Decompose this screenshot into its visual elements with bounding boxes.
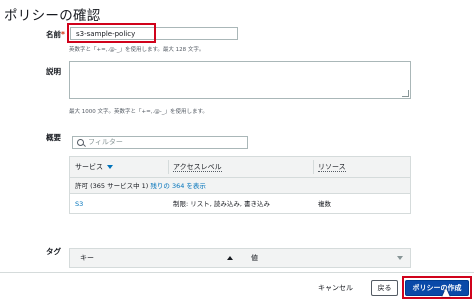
sort-caret-icon <box>107 165 113 169</box>
sort-caret-icon[interactable] <box>227 256 233 260</box>
column-resource-label: リソース <box>318 163 346 172</box>
resize-grip-icon[interactable] <box>402 90 409 97</box>
service-link[interactable]: S3 <box>75 195 83 213</box>
summary-label: 概要 <box>46 133 61 142</box>
column-service[interactable]: サービス <box>75 157 113 177</box>
column-access-level[interactable]: アクセスレベル <box>173 157 222 177</box>
show-remaining-link[interactable]: 残りの 364 を表示 <box>150 182 206 190</box>
summary-table: サービス アクセスレベル リソース 許可 (365 サービス中 1) 残りの 3… <box>69 156 411 214</box>
summary-table-header: サービス アクセスレベル リソース <box>70 157 410 178</box>
tags-table: キー 値 <box>69 248 411 268</box>
column-value[interactable]: 値 <box>251 249 258 267</box>
cancel-button[interactable]: キャンセル <box>318 281 353 295</box>
page-title: ポリシーの確認 <box>4 8 101 24</box>
footer-divider <box>0 272 474 273</box>
sort-caret-icon[interactable] <box>397 256 403 260</box>
back-button[interactable]: 戻る <box>371 280 398 296</box>
cursor-icon <box>442 288 450 297</box>
description-textarea[interactable] <box>69 61 411 99</box>
column-key[interactable]: キー <box>80 249 94 267</box>
allow-text: 許可 (365 サービス中 1) <box>75 182 149 190</box>
create-highlight-box <box>402 276 472 299</box>
column-resource[interactable]: リソース <box>318 157 346 177</box>
name-label: 名前* <box>46 29 65 40</box>
name-highlight-box <box>67 23 156 43</box>
column-divider <box>168 160 169 174</box>
allow-summary-row: 許可 (365 サービス中 1) 残りの 364 を表示 <box>70 178 410 194</box>
column-service-label: サービス <box>75 163 103 171</box>
search-icon <box>77 139 84 146</box>
required-mark: * <box>61 30 65 39</box>
column-divider <box>313 160 314 174</box>
name-label-text: 名前 <box>46 30 61 39</box>
description-hint: 最大 1000 文字。英数字と「+=,.@-_」を使用します。 <box>69 109 208 115</box>
table-row: S3 制限: リスト, 読み込み, 書き込み 複数 <box>70 195 410 213</box>
filter-input[interactable]: フィルター <box>72 136 248 149</box>
name-hint: 英数字と「+=,.@-_」を使用します。最大 128 文字。 <box>69 47 205 53</box>
policy-review-page: ポリシーの確認 名前* s3-sample-policy 英数字と「+=,.@-… <box>0 0 474 299</box>
description-label: 説明 <box>46 67 61 76</box>
column-access-level-label: アクセスレベル <box>173 163 222 172</box>
filter-placeholder: フィルター <box>88 138 123 146</box>
tags-label: タグ <box>46 247 61 256</box>
resource-cell: 複数 <box>318 200 331 208</box>
access-level-cell: 制限: リスト, 読み込み, 書き込み <box>173 200 271 208</box>
